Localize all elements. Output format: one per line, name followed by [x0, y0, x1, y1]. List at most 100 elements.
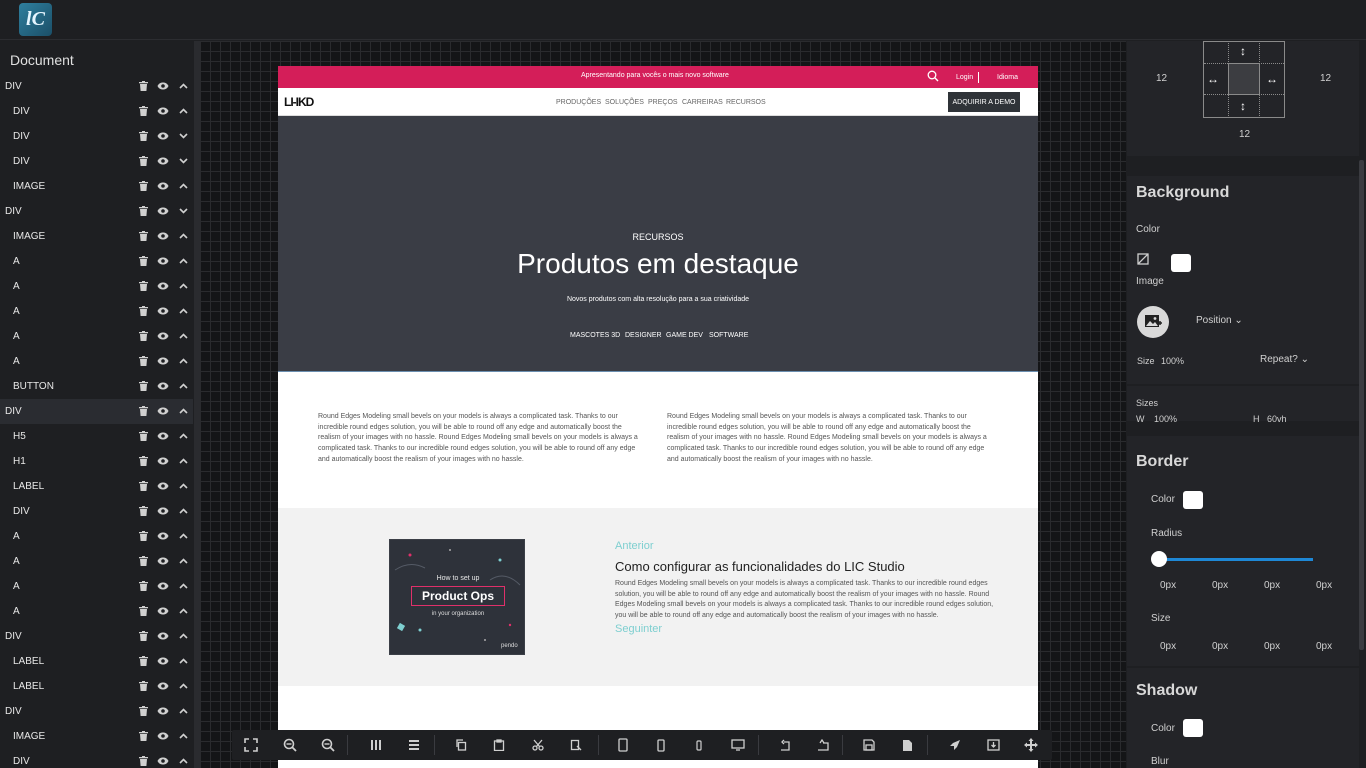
eye-icon[interactable]: [157, 405, 169, 417]
layer-row[interactable]: DIV: [0, 699, 193, 724]
trash-icon[interactable]: [137, 480, 149, 492]
eye-icon[interactable]: [157, 605, 169, 617]
chevron-up-icon[interactable]: [177, 355, 189, 367]
eye-icon[interactable]: [157, 80, 169, 92]
eye-icon[interactable]: [157, 155, 169, 167]
demo-button[interactable]: ADQUIRIR A DEMO: [948, 92, 1020, 112]
border-size-top[interactable]: 0px: [1160, 641, 1176, 652]
eye-icon[interactable]: [157, 230, 169, 242]
horizontal-arrow-icon[interactable]: ↔: [1207, 72, 1219, 86]
eye-icon[interactable]: [157, 455, 169, 467]
feature-section[interactable]: How to set up Product Ops in your organi…: [278, 508, 1038, 686]
radius-top-left[interactable]: 0px: [1160, 580, 1176, 591]
hero-link-gamedev[interactable]: GAME DEV: [666, 332, 703, 339]
radius-bottom-right[interactable]: 0px: [1264, 580, 1280, 591]
height-value[interactable]: 60vh: [1267, 414, 1287, 424]
trash-icon[interactable]: [137, 330, 149, 342]
announcement-bar[interactable]: Apresentando para vocês o mais novo soft…: [278, 66, 1038, 88]
chevron-up-icon[interactable]: [177, 230, 189, 242]
layer-row[interactable]: DIV: [0, 199, 193, 224]
trash-icon[interactable]: [137, 130, 149, 142]
eye-icon[interactable]: [157, 205, 169, 217]
chevron-up-icon[interactable]: [177, 405, 189, 417]
layer-row[interactable]: A: [0, 549, 193, 574]
layer-row[interactable]: A: [0, 274, 193, 299]
hero-link-software[interactable]: SOFTWARE: [709, 332, 748, 339]
trash-icon[interactable]: [137, 205, 149, 217]
horizontal-arrow-icon[interactable]: ↔: [1266, 72, 1278, 86]
layer-row[interactable]: DIV: [0, 624, 193, 649]
eye-icon[interactable]: [157, 630, 169, 642]
trash-icon[interactable]: [137, 705, 149, 717]
bg-repeat-select[interactable]: Repeat? ⌄: [1260, 354, 1309, 365]
document-icon[interactable]: [899, 737, 915, 753]
chevron-up-icon[interactable]: [177, 80, 189, 92]
eye-icon[interactable]: [157, 305, 169, 317]
copy-icon[interactable]: [453, 737, 469, 753]
save-icon[interactable]: [861, 737, 877, 753]
layer-row[interactable]: DIV: [0, 499, 193, 524]
chevron-up-icon[interactable]: [177, 380, 189, 392]
trash-icon[interactable]: [137, 230, 149, 242]
chevron-up-icon[interactable]: [177, 655, 189, 667]
eye-icon[interactable]: [157, 130, 169, 142]
layer-row[interactable]: DIV: [0, 99, 193, 124]
nav-link-carreiras[interactable]: CARREIRAS: [682, 99, 723, 106]
hero-link-mascotes[interactable]: MASCOTES 3D: [570, 332, 620, 339]
radius-slider-thumb[interactable]: [1151, 551, 1167, 567]
chevron-up-icon[interactable]: [177, 755, 189, 767]
rows-icon[interactable]: [406, 737, 422, 753]
eye-icon[interactable]: [157, 480, 169, 492]
trash-icon[interactable]: [137, 80, 149, 92]
bg-position-select[interactable]: Position ⌄: [1196, 315, 1243, 326]
zoom-out-icon[interactable]: [320, 737, 336, 753]
layer-row[interactable]: A: [0, 324, 193, 349]
eye-icon[interactable]: [157, 705, 169, 717]
undo-icon[interactable]: [776, 737, 792, 753]
mobile-small-icon[interactable]: [691, 737, 707, 753]
chevron-up-icon[interactable]: [177, 680, 189, 692]
trash-icon[interactable]: [137, 355, 149, 367]
trash-icon[interactable]: [137, 405, 149, 417]
bg-color-swatch[interactable]: [1171, 254, 1191, 272]
layer-row[interactable]: A: [0, 574, 193, 599]
chevron-down-icon[interactable]: [177, 155, 189, 167]
margin-left-value[interactable]: 12: [1156, 73, 1167, 84]
vertical-arrow-icon[interactable]: ↕: [1240, 44, 1246, 58]
search-icon[interactable]: [927, 70, 939, 84]
download-icon[interactable]: [985, 737, 1001, 753]
eye-icon[interactable]: [157, 255, 169, 267]
eye-icon[interactable]: [157, 355, 169, 367]
move-icon[interactable]: [1023, 737, 1039, 753]
shadow-color-swatch[interactable]: [1183, 719, 1203, 737]
margin-right-value[interactable]: 12: [1320, 73, 1331, 84]
chevron-up-icon[interactable]: [177, 705, 189, 717]
bg-size-value[interactable]: 100%: [1161, 356, 1184, 366]
trash-icon[interactable]: [137, 280, 149, 292]
eye-icon[interactable]: [157, 655, 169, 667]
login-link[interactable]: Login: [956, 74, 973, 81]
site-logo[interactable]: LI-IKD: [284, 95, 314, 109]
chevron-up-icon[interactable]: [177, 730, 189, 742]
chevron-up-icon[interactable]: [177, 180, 189, 192]
layer-row[interactable]: IMAGE: [0, 224, 193, 249]
trash-icon[interactable]: [137, 755, 149, 767]
layer-row[interactable]: H1: [0, 449, 193, 474]
chevron-up-icon[interactable]: [177, 305, 189, 317]
chevron-down-icon[interactable]: [177, 205, 189, 217]
border-color-swatch[interactable]: [1183, 491, 1203, 509]
eye-icon[interactable]: [157, 680, 169, 692]
eye-icon[interactable]: [157, 430, 169, 442]
eye-icon[interactable]: [157, 330, 169, 342]
chevron-up-icon[interactable]: [177, 330, 189, 342]
layer-row[interactable]: DIV: [0, 74, 193, 99]
page-preview[interactable]: Apresentando para vocês o mais novo soft…: [278, 66, 1038, 768]
layer-row[interactable]: LABEL: [0, 474, 193, 499]
trash-icon[interactable]: [137, 380, 149, 392]
trash-icon[interactable]: [137, 180, 149, 192]
layer-row[interactable]: A: [0, 599, 193, 624]
box-model-editor[interactable]: ↕ ↕ ↔ ↔: [1203, 41, 1285, 118]
app-logo[interactable]: lC: [19, 3, 52, 36]
border-size-left[interactable]: 0px: [1316, 641, 1332, 652]
language-link[interactable]: Idioma: [997, 74, 1018, 81]
